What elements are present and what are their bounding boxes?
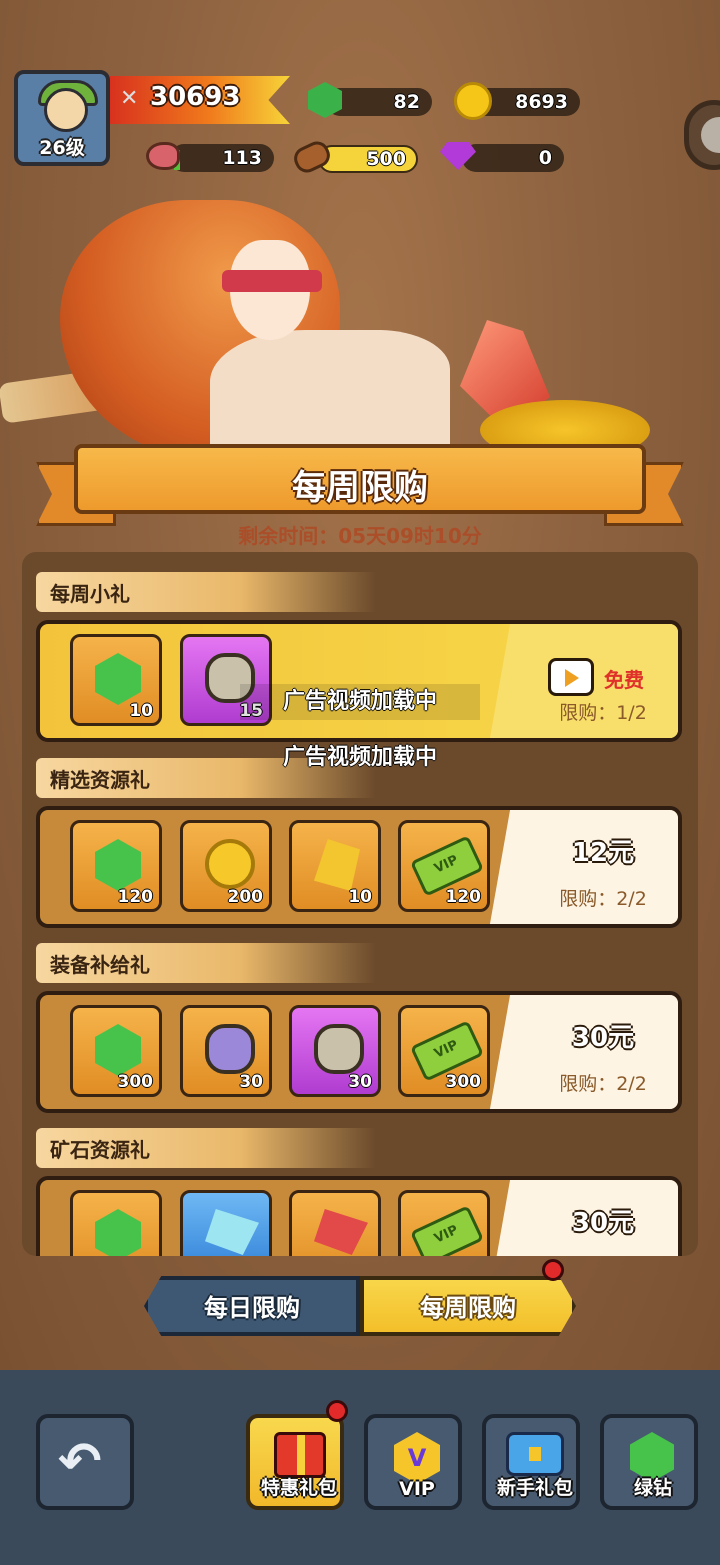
reward-qty: 10 (348, 887, 372, 907)
bottom-navigation: ↶ 特惠礼包 V VIP 新手礼包 绿钻 (0, 1370, 720, 1565)
hero-blindfold (222, 270, 322, 292)
offer-card[interactable]: VIP 30元 (36, 1176, 682, 1256)
red-crystal-icon (314, 1209, 368, 1255)
offer-card[interactable]: 300 30 30 VIP 300 30元 限购：2/2 (36, 991, 682, 1113)
gold-ore-icon (314, 839, 360, 891)
reward-qty: 120 (445, 887, 482, 907)
hero-illustration (0, 180, 720, 460)
reward-item[interactable]: 120 (70, 820, 162, 912)
avatar-face (44, 88, 88, 132)
wood-counter: 500 (318, 145, 418, 173)
meat-icon (146, 142, 180, 170)
gift-box-icon (274, 1432, 326, 1478)
green-gem-icon (95, 653, 141, 705)
ad-loading-toast: 广告视频加载中 (240, 684, 480, 720)
vip-ticket-icon: VIP (409, 1205, 485, 1256)
blue-crystal-icon (205, 1209, 259, 1255)
reward-item[interactable]: VIP 300 (398, 1005, 490, 1097)
reward-item[interactable]: 30 (180, 1005, 272, 1097)
page-title: 每周限购 (292, 468, 428, 508)
purchase-limit: 限购：2/2 (559, 1073, 647, 1095)
hero-body (210, 330, 450, 460)
tab-daily-limited[interactable]: 每日限购 (144, 1276, 360, 1336)
gold-coin-icon (454, 82, 492, 120)
nav-label: 特惠礼包 (260, 1477, 337, 1499)
nav-special-gift[interactable]: 特惠礼包 (246, 1414, 344, 1510)
title-banner: 每周限购 (74, 444, 646, 514)
green-gem-icon (95, 1024, 141, 1076)
reward-qty: 200 (227, 887, 264, 907)
reward-item[interactable] (180, 1190, 272, 1256)
nav-vip[interactable]: V VIP (364, 1414, 462, 1510)
nav-label: 新手礼包 (496, 1477, 573, 1499)
section-label: 装备补给礼 (36, 943, 376, 983)
purchase-limit: 限购：1/2 (559, 702, 647, 724)
nav-starter-pack[interactable]: 新手礼包 (482, 1414, 580, 1510)
vip-badge-icon: V (394, 1432, 440, 1484)
crossed-swords-icon: ✕ (120, 86, 139, 111)
green-gem-icon (95, 839, 141, 891)
combat-power-badge: ✕ 30693 (110, 76, 290, 124)
reward-qty: 10 (129, 701, 153, 721)
reward-qty: 300 (445, 1072, 482, 1092)
player-avatar[interactable]: 26级 (14, 70, 110, 166)
free-claim-button[interactable]: 免费 (548, 658, 658, 698)
buy-price-button[interactable]: 30元 (528, 1017, 678, 1054)
notification-dot (326, 1400, 348, 1422)
back-arrow-icon: ↶ (58, 1432, 102, 1492)
offer-card[interactable]: 120 200 10 VIP 120 12元 限购：2/2 (36, 806, 682, 928)
green-gem-count: 82 (393, 91, 420, 113)
diamond-count: 0 (538, 147, 552, 169)
meat-count: 113 (222, 147, 262, 169)
purple-rune-icon (205, 1024, 255, 1074)
offer-list[interactable]: 每周小礼 10 15 免费 限购：1/2 精选资源礼 120 200 10 VI… (22, 552, 698, 1256)
player-level: 26级 (39, 137, 85, 159)
section-label: 每周小礼 (36, 572, 376, 612)
reward-item[interactable]: VIP (398, 1190, 490, 1256)
rune-stone-icon (314, 1024, 364, 1074)
section-label: 矿石资源礼 (36, 1128, 376, 1168)
reward-item[interactable]: 200 (180, 820, 272, 912)
gold-coin-icon (205, 839, 255, 889)
ad-loading-toast: 广告视频加载中 (282, 745, 437, 770)
ad-video-icon (548, 658, 594, 696)
back-button[interactable]: ↶ (36, 1414, 134, 1510)
reward-qty: 300 (117, 1072, 154, 1092)
meat-counter: 113 (170, 144, 274, 172)
reward-qty: 30 (239, 1072, 263, 1092)
reward-qty: 120 (117, 887, 154, 907)
treasure-chest-icon (506, 1432, 564, 1476)
nav-label: VIP (399, 1478, 435, 1500)
wood-count: 500 (366, 148, 406, 170)
coin-count: 8693 (515, 91, 568, 113)
nav-label: 绿钻 (633, 1477, 672, 1499)
offer-card[interactable]: 10 15 免费 限购：1/2 (36, 620, 682, 742)
buy-price-button[interactable]: 12元 (528, 832, 678, 869)
combat-power-value: 30693 (150, 82, 241, 112)
free-label: 免费 (604, 668, 644, 692)
reward-item[interactable]: 10 (289, 820, 381, 912)
reward-item[interactable] (289, 1190, 381, 1256)
reward-item[interactable] (70, 1190, 162, 1256)
reward-item[interactable]: 300 (70, 1005, 162, 1097)
notification-dot (542, 1259, 564, 1281)
nav-green-diamond[interactable]: 绿钻 (600, 1414, 698, 1510)
reward-item[interactable]: 10 (70, 634, 162, 726)
reward-item[interactable]: 30 (289, 1005, 381, 1097)
reward-qty: 30 (348, 1072, 372, 1092)
reward-item[interactable]: VIP 120 (398, 820, 490, 912)
shop-tabs: 每日限购 每周限购 (144, 1276, 576, 1338)
purchase-limit: 限购：2/2 (559, 888, 647, 910)
buy-price-button[interactable]: 30元 (528, 1202, 678, 1239)
remaining-time: 剩余时间：05天09时10分 (238, 524, 482, 548)
diamond-counter: 0 (462, 144, 564, 172)
green-gem-icon (95, 1209, 141, 1256)
tab-weekly-limited[interactable]: 每周限购 (360, 1276, 576, 1336)
